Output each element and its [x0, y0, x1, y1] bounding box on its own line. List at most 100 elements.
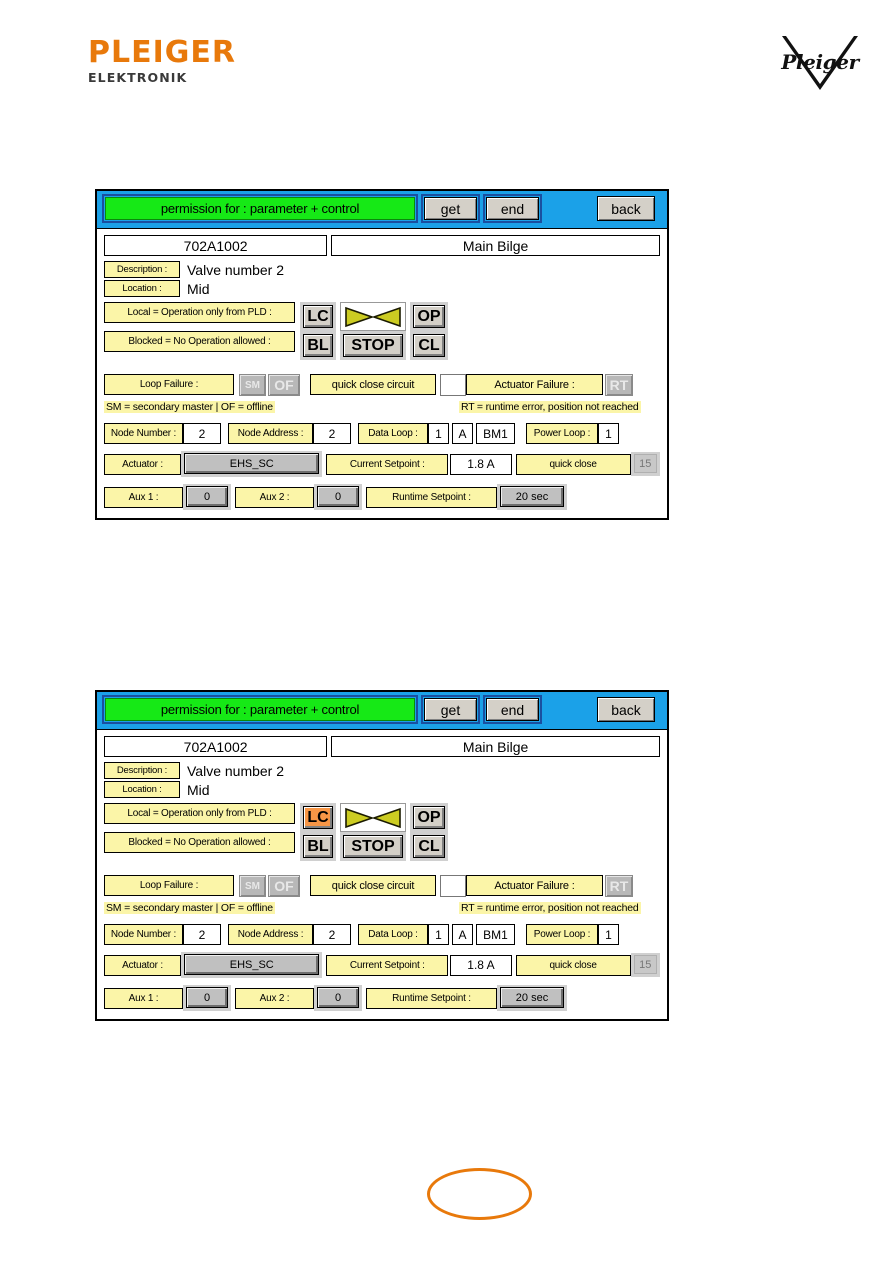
permission-banner-2: permission for : parameter + control — [102, 695, 418, 724]
actuator-label-2: Actuator : — [104, 954, 182, 976]
data-loop-label-2: Data Loop : — [358, 924, 428, 945]
actuator-button-cell: EHS_SC — [181, 451, 323, 477]
bl-button[interactable]: BL — [303, 334, 333, 357]
actuator-value-button-2[interactable]: EHS_SC — [184, 954, 320, 975]
runtime-setpoint-value[interactable]: 20 sec — [500, 486, 564, 507]
aux2-value-cell-2: 0 — [314, 985, 362, 1011]
end-button-label-2[interactable]: end — [486, 698, 539, 721]
end-button[interactable]: end — [483, 194, 542, 223]
aux1-label: Aux 1 : — [104, 486, 183, 508]
description-row-2: Description : Valve number 2 — [104, 762, 660, 779]
lc-button[interactable]: LC — [303, 305, 333, 328]
data-loop-value-2[interactable]: 1 — [428, 924, 449, 945]
sm-indicator[interactable]: SM — [239, 374, 266, 396]
location-name-field[interactable]: Main Bilge — [331, 235, 660, 256]
of-indicator[interactable]: OF — [268, 374, 300, 396]
op-button-2[interactable]: OP — [413, 806, 445, 829]
data-loop-value[interactable]: 1 — [428, 423, 449, 444]
actuator-value-button[interactable]: EHS_SC — [184, 453, 320, 474]
get-button-2[interactable]: get — [421, 695, 480, 724]
tag-number-field[interactable]: 702A1002 — [104, 235, 328, 256]
node-address-value[interactable]: 2 — [313, 423, 351, 444]
back-button-2[interactable]: back — [597, 697, 655, 722]
pleiger-logo: PLEIGER ELEKTRONIK — [88, 38, 236, 85]
aux1-value-2[interactable]: 0 — [186, 987, 228, 1008]
failure-row-2: Loop Failure : SM OF quick close circuit… — [104, 875, 660, 901]
quick-close-value-2[interactable]: 15 — [633, 955, 657, 974]
get-button-label-2[interactable]: get — [424, 698, 477, 721]
actuator-failure-label-2: Actuator Failure : — [466, 875, 603, 896]
node-number-value[interactable]: 2 — [183, 423, 221, 444]
op-button[interactable]: OP — [413, 305, 445, 328]
logo-script-text: Pleiger — [781, 50, 859, 74]
local-mode-label-2: Local = Operation only from PLD : — [104, 803, 295, 824]
aux2-value[interactable]: 0 — [317, 486, 359, 507]
failure-row: Loop Failure : SM OF quick close circuit… — [104, 374, 660, 400]
aux1-value[interactable]: 0 — [186, 486, 228, 507]
description-label-2: Description : — [104, 762, 180, 779]
actuator-row-2: Actuator : EHS_SC Current Setpoint : 1.8… — [104, 952, 660, 978]
aux1-value-cell: 0 — [183, 484, 231, 510]
cl-button-cell: CL — [410, 331, 448, 360]
get-button[interactable]: get — [421, 194, 480, 223]
data-loop-bus-2[interactable]: BM1 — [476, 924, 515, 945]
quick-close-value[interactable]: 15 — [633, 454, 657, 473]
end-button-2[interactable]: end — [483, 695, 542, 724]
valve-status-indicator-2 — [340, 803, 406, 832]
actuator-label: Actuator : — [104, 453, 182, 475]
legend-row: SM = secondary master | OF = offline RT … — [104, 401, 660, 416]
bl-button-2[interactable]: BL — [303, 835, 333, 858]
lc-button-active[interactable]: LC — [303, 806, 333, 829]
current-setpoint-value[interactable]: 1.8 A — [450, 453, 512, 475]
runtime-setpoint-value-2[interactable]: 20 sec — [500, 987, 564, 1008]
valve-status-indicator — [340, 302, 406, 331]
loop-failure-label-2: Loop Failure : — [104, 875, 234, 896]
quick-close-label-2: quick close — [515, 954, 631, 976]
cl-button-cell-2: CL — [410, 832, 448, 861]
get-button-label[interactable]: get — [424, 197, 477, 220]
data-loop-bus[interactable]: BM1 — [476, 423, 515, 444]
location-name-field-2[interactable]: Main Bilge — [331, 736, 660, 757]
node-number-value-2[interactable]: 2 — [183, 924, 221, 945]
aux-row: Aux 1 : 0 Aux 2 : 0 Runtime Setpoint : 2… — [104, 484, 660, 510]
local-mode-label: Local = Operation only from PLD : — [104, 302, 295, 323]
end-button-label[interactable]: end — [486, 197, 539, 220]
quick-close-circuit-checkbox-2[interactable] — [440, 875, 466, 897]
identity-row: 702A1002 Main Bilge — [104, 235, 660, 256]
power-loop-label: Power Loop : — [526, 423, 598, 444]
power-loop-value[interactable]: 1 — [598, 423, 619, 444]
node-address-value-2[interactable]: 2 — [313, 924, 351, 945]
stop-button-cell: STOP — [340, 331, 406, 360]
blocked-mode-label: Blocked = No Operation allowed : — [104, 331, 295, 352]
rt-indicator[interactable]: RT — [605, 374, 633, 396]
location-value: Mid — [187, 280, 210, 297]
butterfly-valve-icon — [345, 306, 401, 327]
sm-indicator-2[interactable]: SM — [239, 875, 266, 897]
panel-body: 702A1002 Main Bilge Description : Valve … — [97, 229, 667, 518]
legend-rt: RT = runtime error, position not reached — [459, 401, 641, 413]
data-loop-letter[interactable]: A — [452, 423, 473, 444]
description-value-2: Valve number 2 — [187, 762, 285, 779]
network-row: Node Number : 2 Node Address : 2 Data Lo… — [104, 423, 660, 444]
lc-button-cell-2: LC — [300, 803, 336, 832]
stop-button-2[interactable]: STOP — [343, 835, 403, 858]
aux2-value-2[interactable]: 0 — [317, 987, 359, 1008]
rt-indicator-2[interactable]: RT — [605, 875, 633, 897]
node-number-label-2: Node Number : — [104, 924, 183, 945]
op-button-cell: OP — [410, 302, 448, 331]
quick-close-circuit-checkbox[interactable] — [440, 374, 466, 396]
brand-name: PLEIGER — [88, 35, 236, 70]
data-loop-label: Data Loop : — [358, 423, 428, 444]
aux1-value-cell-2: 0 — [183, 985, 231, 1011]
of-indicator-2[interactable]: OF — [268, 875, 300, 897]
current-setpoint-value-2[interactable]: 1.8 A — [450, 954, 512, 976]
panel-titlebar: permission for : parameter + control get… — [97, 191, 667, 229]
tag-number-field-2[interactable]: 702A1002 — [104, 736, 328, 757]
location-row: Location : Mid — [104, 280, 660, 297]
stop-button[interactable]: STOP — [343, 334, 403, 357]
data-loop-letter-2[interactable]: A — [452, 924, 473, 945]
cl-button-2[interactable]: CL — [413, 835, 445, 858]
back-button[interactable]: back — [597, 196, 655, 221]
power-loop-value-2[interactable]: 1 — [598, 924, 619, 945]
cl-button[interactable]: CL — [413, 334, 445, 357]
